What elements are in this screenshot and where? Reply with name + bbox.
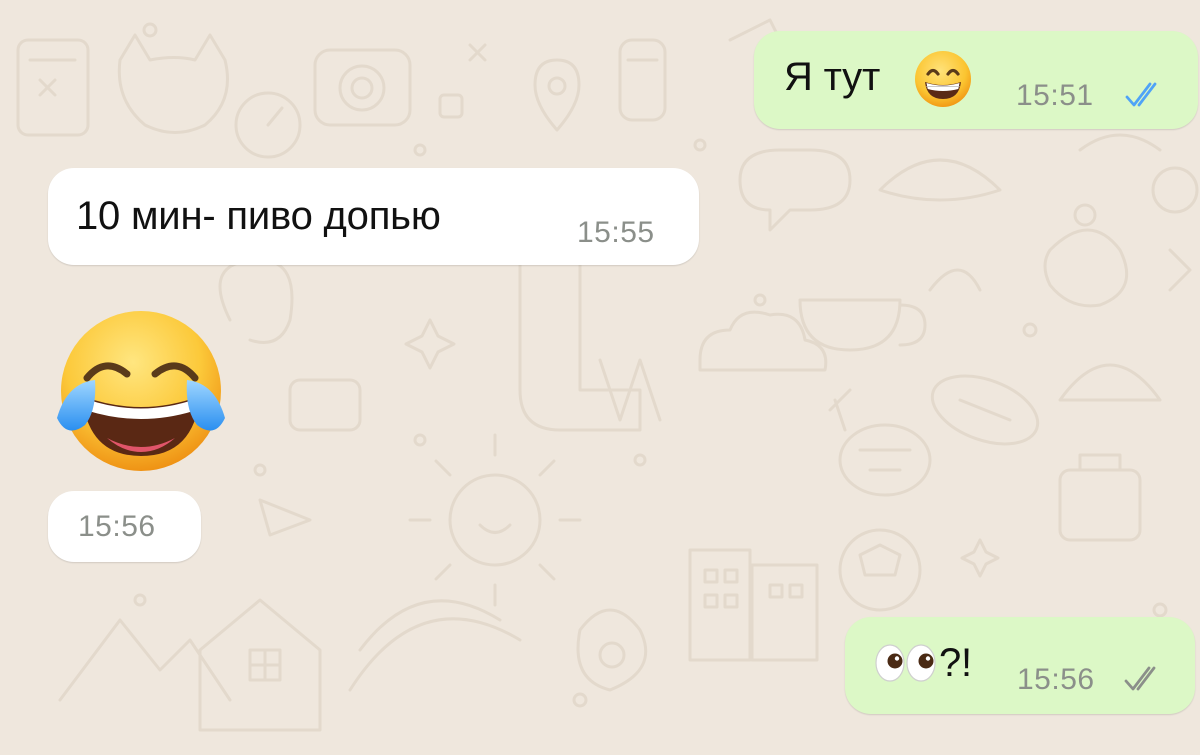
double-check-read-icon (1125, 82, 1157, 107)
message-text: ?! (939, 641, 972, 685)
incoming-timestamp-bubble: 15:56 (48, 491, 201, 562)
incoming-message-bubble[interactable]: 10 мин- пиво допью 15:55 (48, 168, 699, 265)
outgoing-message-bubble[interactable]: ?! 15:56 (845, 617, 1195, 714)
outgoing-message-bubble[interactable]: Я тут 15:51 (754, 31, 1198, 129)
eyes-emoji (875, 644, 936, 682)
message-time: 15:55 (577, 216, 655, 249)
chat-messages-area[interactable]: Я тут 15:51 10 мин- пиво допью 15:55 15:… (0, 0, 1200, 755)
grinning-face-emoji (915, 51, 971, 107)
message-time: 15:56 (1017, 663, 1095, 696)
double-check-delivered-icon (1124, 666, 1156, 691)
message-text: 10 мин- пиво допью (76, 194, 441, 238)
message-text: Я тут (784, 55, 881, 99)
face-with-tears-of-joy-emoji[interactable] (52, 310, 230, 475)
message-time: 15:56 (78, 510, 156, 543)
message-time: 15:51 (1016, 79, 1094, 112)
